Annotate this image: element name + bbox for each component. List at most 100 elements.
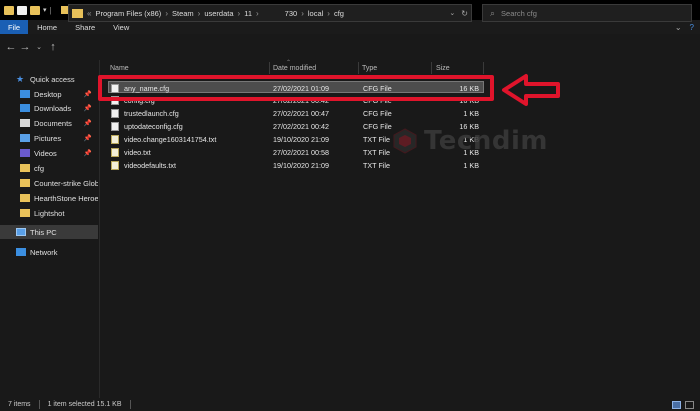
sidebar-item-downloads[interactable]: Downloads 📌 [0,101,98,115]
column-header-name[interactable]: Name [110,62,129,74]
search-box[interactable]: ⌕ Search cfg [482,4,692,22]
sidebar-item-label: Documents [34,118,72,128]
desktop-folder-icon [20,90,30,98]
sidebar-item-documents[interactable]: Documents 📌 [0,116,98,130]
tab-share[interactable]: Share [66,20,104,34]
large-icons-view-icon[interactable] [685,400,694,409]
chevron-right-icon[interactable]: › [327,9,330,18]
file-date: 27/02/2021 00:58 [273,147,329,157]
sidebar-item-videos[interactable]: Videos 📌 [0,146,98,160]
file-date: 19/10/2020 21:09 [273,134,329,144]
breadcrumb-item[interactable]: Steam [172,9,194,18]
sidebar-item-this-pc[interactable]: This PC [0,225,98,239]
tab-view[interactable]: View [104,20,138,34]
file-date: 27/02/2021 00:42 [273,121,329,131]
file-type: TXT File [363,160,391,170]
downloads-folder-icon [20,104,30,112]
sidebar-item-network[interactable]: Network [0,245,98,259]
txt-file-icon [111,160,119,170]
file-name-cell: video.change1603141754.txt [111,133,216,145]
sidebar-item-counter-strike[interactable]: Counter-strike Glob [0,176,98,190]
file-type: TXT File [363,134,391,144]
item-count: 7 items [8,401,31,408]
pin-icon[interactable]: 📌 [84,119,92,127]
pin-icon[interactable]: 📌 [84,90,92,98]
file-name-cell: uptodateconfig.cfg [111,120,183,132]
back-arrow-icon[interactable]: ← [4,41,18,53]
breadcrumb-item[interactable]: Program Files (x86) [95,9,161,18]
column-divider[interactable] [431,62,432,74]
tab-home[interactable]: Home [28,20,66,34]
refresh-icon[interactable]: ↻ [461,9,468,18]
computer-icon [16,228,26,236]
chevron-right-icon[interactable]: › [165,9,168,18]
sidebar-item-desktop[interactable]: Desktop 📌 [0,87,98,101]
breadcrumb-item[interactable]: cfg [334,9,344,18]
chevron-right-icon[interactable]: › [301,9,304,18]
status-divider [129,400,131,409]
file-row[interactable]: trustedlaunch.cfg 27/02/2021 00:47 CFG F… [108,107,484,119]
address-bar-controls: ⌄ ↻ [449,5,468,21]
sidebar-item-label: HearthStone Heroe [34,193,98,203]
sidebar-item-label: Pictures [34,133,62,143]
help-icon[interactable]: ? [690,23,694,32]
file-row[interactable]: videodefaults.txt 19/10/2020 21:09 TXT F… [108,159,484,171]
column-divider[interactable] [483,62,484,74]
sidebar-item-hearthstone[interactable]: HearthStone Heroe [0,191,98,205]
sidebar-item-label: Videos [34,148,57,158]
breadcrumb-item[interactable]: 730 [285,9,298,18]
status-divider [38,400,40,409]
file-name: trustedlaunch.cfg [124,108,179,118]
search-icon: ⌕ [490,7,496,18]
column-header-size[interactable]: Size [436,62,450,74]
sidebar-item-label: Quick access [30,74,75,84]
title-separator: | [49,5,52,15]
folder-icon[interactable] [4,5,14,15]
column-header-date[interactable]: Date modified [273,62,316,74]
expand-ribbon-icon[interactable]: ⌄ [675,23,682,32]
new-folder-icon[interactable] [30,5,40,15]
file-name-cell: videodefaults.txt [111,159,176,171]
pin-icon[interactable]: 📌 [84,134,92,142]
address-bar[interactable]: « Program Files (x86) › Steam › userdata… [68,4,472,22]
left-arrow-annotation-icon [502,74,560,106]
breadcrumb-overflow-icon[interactable]: « [87,9,91,18]
forward-arrow-icon[interactable]: → [18,41,32,53]
breadcrumb-item[interactable]: 11 [244,9,252,18]
tab-file[interactable]: File [0,20,29,34]
videos-folder-icon [20,149,30,157]
chevron-right-icon[interactable]: › [198,9,201,18]
recent-locations-icon[interactable]: ⌄ [32,43,46,51]
breadcrumb-item[interactable]: local [308,9,323,18]
sidebar-item-cfg[interactable]: cfg [0,161,98,175]
address-dropdown-icon[interactable]: ⌄ [449,9,455,17]
folder-icon [20,164,30,172]
column-headers: Name Date modified Type Size [100,62,700,74]
ribbon-right-controls: ⌄ ? [675,20,694,34]
breadcrumb: « Program Files (x86) › Steam › userdata… [87,9,344,18]
customize-toolbar-icon[interactable]: ▾ [43,6,47,14]
properties-icon[interactable] [17,5,27,15]
sidebar-item-label: This PC [30,227,57,237]
pin-icon[interactable]: 📌 [84,149,92,157]
column-divider[interactable] [269,62,270,74]
up-arrow-icon[interactable]: ↑ [46,41,60,53]
sidebar-item-pictures[interactable]: Pictures 📌 [0,131,98,145]
status-bar: 7 items 1 item selected 15.1 KB [0,398,700,411]
sidebar-item-label: Network [30,247,58,257]
view-toggle [672,398,694,411]
details-view-icon[interactable] [672,400,681,409]
column-divider[interactable] [358,62,359,74]
chevron-right-icon[interactable]: › [238,9,241,18]
watermark-logo-icon [393,128,417,154]
pane-divider[interactable] [99,60,100,398]
network-icon [16,248,26,256]
column-header-type[interactable]: Type [362,62,377,74]
sidebar-item-lightshot[interactable]: Lightshot [0,206,98,220]
breadcrumb-item[interactable]: userdata [204,9,233,18]
sidebar-item-quick-access[interactable]: ★ Quick access [0,72,98,86]
cfg-file-icon [111,108,119,118]
pin-icon[interactable]: 📌 [84,104,92,112]
file-size: 1 KB [463,108,479,118]
chevron-right-icon[interactable]: › [256,9,259,18]
